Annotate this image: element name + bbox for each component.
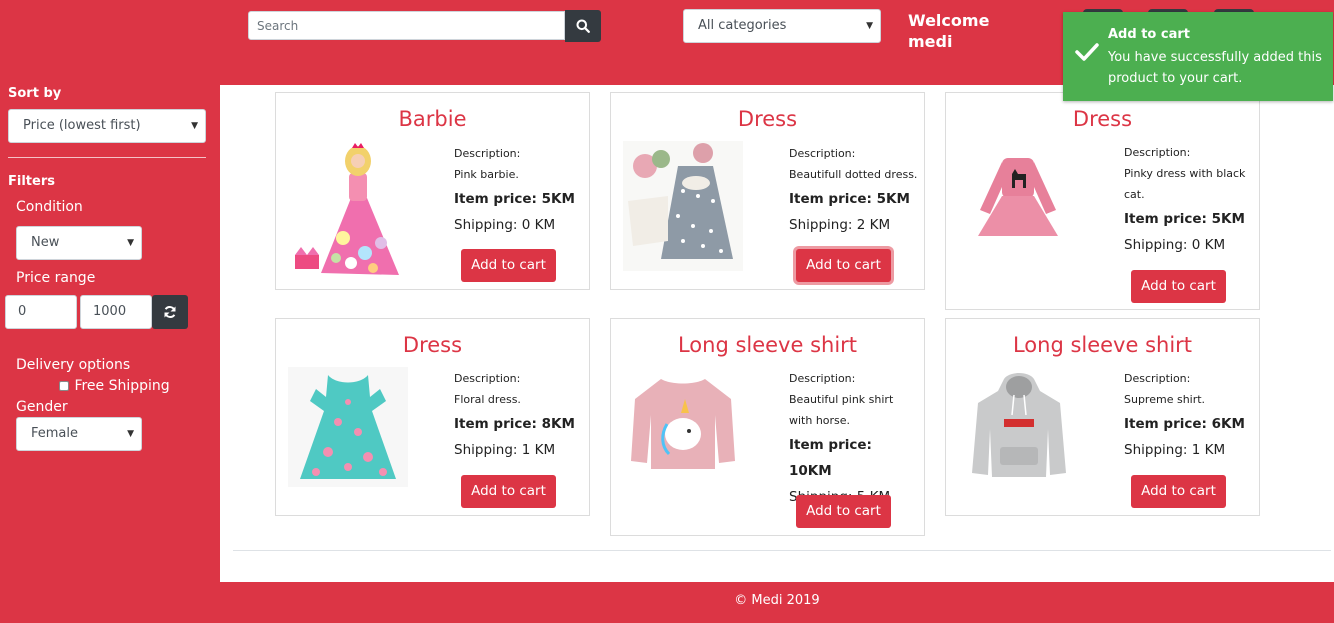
description-label: Description: xyxy=(789,147,856,160)
description-label: Description: xyxy=(454,372,521,385)
chevron-down-icon: ▼ xyxy=(127,429,134,439)
divider xyxy=(233,550,1331,551)
footer: © Medi 2019 xyxy=(734,593,820,608)
description-label: Description: xyxy=(454,147,521,160)
refresh-icon xyxy=(164,306,176,318)
product-shipping: Shipping: 0 KM xyxy=(454,217,556,233)
price-min-input[interactable]: 0 xyxy=(5,295,77,329)
product-card: Barbie Description: Pink barbie. Item pr… xyxy=(275,92,590,290)
product-image-hoodie xyxy=(964,369,1074,484)
product-title: Barbie xyxy=(398,107,467,131)
product-image-cat-dress xyxy=(968,148,1068,248)
product-title: Dress xyxy=(1072,107,1133,131)
toast-message: You have successfully added this product… xyxy=(1108,50,1322,86)
product-card: Long sleeve shirt Description: Supreme s… xyxy=(945,318,1260,516)
product-title: Dress xyxy=(402,333,463,357)
add-to-cart-button[interactable]: Add to cart xyxy=(1131,270,1226,303)
product-price: Item price: 5KM xyxy=(454,191,575,207)
product-description: Pink barbie. xyxy=(454,168,519,181)
product-image-floral-dress xyxy=(288,367,408,487)
price-max-input[interactable]: 1000 xyxy=(80,295,152,329)
chevron-down-icon: ▼ xyxy=(191,121,198,131)
add-to-cart-button[interactable]: Add to cart xyxy=(796,249,891,282)
product-price: Item price: 5KM xyxy=(1124,211,1245,227)
search-button[interactable] xyxy=(565,10,601,42)
category-select[interactable]: All categories ▼ xyxy=(683,9,881,43)
free-shipping-label: Free Shipping xyxy=(74,378,170,394)
product-description: Supreme shirt. xyxy=(1124,393,1206,406)
product-description: Beautiful pink shirt with horse. xyxy=(789,393,894,427)
product-info: Description: Floral dress. Item price: 8… xyxy=(454,368,584,463)
chevron-down-icon: ▼ xyxy=(866,21,873,31)
condition-label: Condition xyxy=(16,199,83,215)
product-price: Item price: 5KM xyxy=(789,191,910,207)
sort-select[interactable]: Price (lowest first) ▼ xyxy=(8,109,206,143)
product-price: Item price: 10KM xyxy=(789,437,872,479)
gender-select[interactable]: Female ▼ xyxy=(16,417,142,451)
free-shipping-checkbox[interactable] xyxy=(59,381,69,391)
product-image-barbie xyxy=(291,143,409,278)
price-range-label: Price range xyxy=(16,270,96,286)
product-card: Dress Description: Floral dress. Item pr… xyxy=(275,318,590,516)
product-info: Description: Pinky dress with black cat.… xyxy=(1124,142,1254,258)
product-image-dotted-dress xyxy=(623,141,743,271)
product-shipping: Shipping: 1 KM xyxy=(1124,442,1226,458)
gender-label: Gender xyxy=(16,399,68,415)
product-shipping: Shipping: 1 KM xyxy=(454,442,556,458)
toast-title: Add to cart xyxy=(1108,27,1190,42)
sort-by-label: Sort by xyxy=(8,86,62,101)
product-card: Long sleeve shirt Description: Beautiful… xyxy=(610,318,925,536)
product-description: Beautifull dotted dress. xyxy=(789,168,918,181)
delivery-options-label: Delivery options xyxy=(16,357,131,373)
category-select-value: All categories xyxy=(698,18,787,33)
product-description: Floral dress. xyxy=(454,393,521,406)
description-label: Description: xyxy=(789,372,856,385)
product-title: Long sleeve shirt xyxy=(677,333,858,357)
welcome-text: Welcome medi xyxy=(908,11,990,51)
product-description: Pinky dress with black cat. xyxy=(1124,167,1246,201)
gender-select-value: Female xyxy=(31,426,79,441)
product-info: Description: Beautifull dotted dress. It… xyxy=(789,143,919,238)
product-shipping: Shipping: 0 KM xyxy=(1124,237,1226,253)
product-info: Description: Pink barbie. Item price: 5K… xyxy=(454,143,584,238)
product-card: Dress Description: Pinky dress with blac… xyxy=(945,92,1260,310)
check-icon xyxy=(1075,43,1099,61)
description-label: Description: xyxy=(1124,146,1191,159)
description-label: Description: xyxy=(1124,372,1191,385)
add-to-cart-button[interactable]: Add to cart xyxy=(461,475,556,508)
search-bar xyxy=(248,10,601,42)
product-grid: Barbie Description: Pink barbie. Item pr… xyxy=(220,85,1334,582)
free-shipping-option: Free Shipping xyxy=(59,378,170,394)
refresh-button[interactable] xyxy=(152,295,188,329)
add-to-cart-button[interactable]: Add to cart xyxy=(1131,475,1226,508)
product-title: Dress xyxy=(737,107,798,131)
chevron-down-icon: ▼ xyxy=(127,238,134,248)
add-to-cart-button[interactable]: Add to cart xyxy=(796,495,891,528)
condition-select-value: New xyxy=(31,235,60,250)
filters-label: Filters xyxy=(8,174,55,189)
condition-select[interactable]: New ▼ xyxy=(16,226,142,260)
search-input[interactable] xyxy=(248,11,565,40)
product-price: Item price: 8KM xyxy=(454,416,575,432)
search-icon xyxy=(576,19,590,33)
product-card: Dress Description: Beautifull dotted dre… xyxy=(610,92,925,290)
product-title: Long sleeve shirt xyxy=(1012,333,1193,357)
product-info: Description: Supreme shirt. Item price: … xyxy=(1124,368,1254,463)
product-image-horse-shirt xyxy=(623,369,743,479)
divider xyxy=(8,157,206,158)
product-info: Description: Beautiful pink shirt with h… xyxy=(789,368,919,510)
add-to-cart-button[interactable]: Add to cart xyxy=(461,249,556,282)
product-shipping: Shipping: 2 KM xyxy=(789,217,891,233)
product-price: Item price: 6KM xyxy=(1124,416,1245,432)
cart-toast-notification[interactable]: Add to cart You have successfully added … xyxy=(1063,12,1333,101)
sort-select-value: Price (lowest first) xyxy=(23,118,141,133)
